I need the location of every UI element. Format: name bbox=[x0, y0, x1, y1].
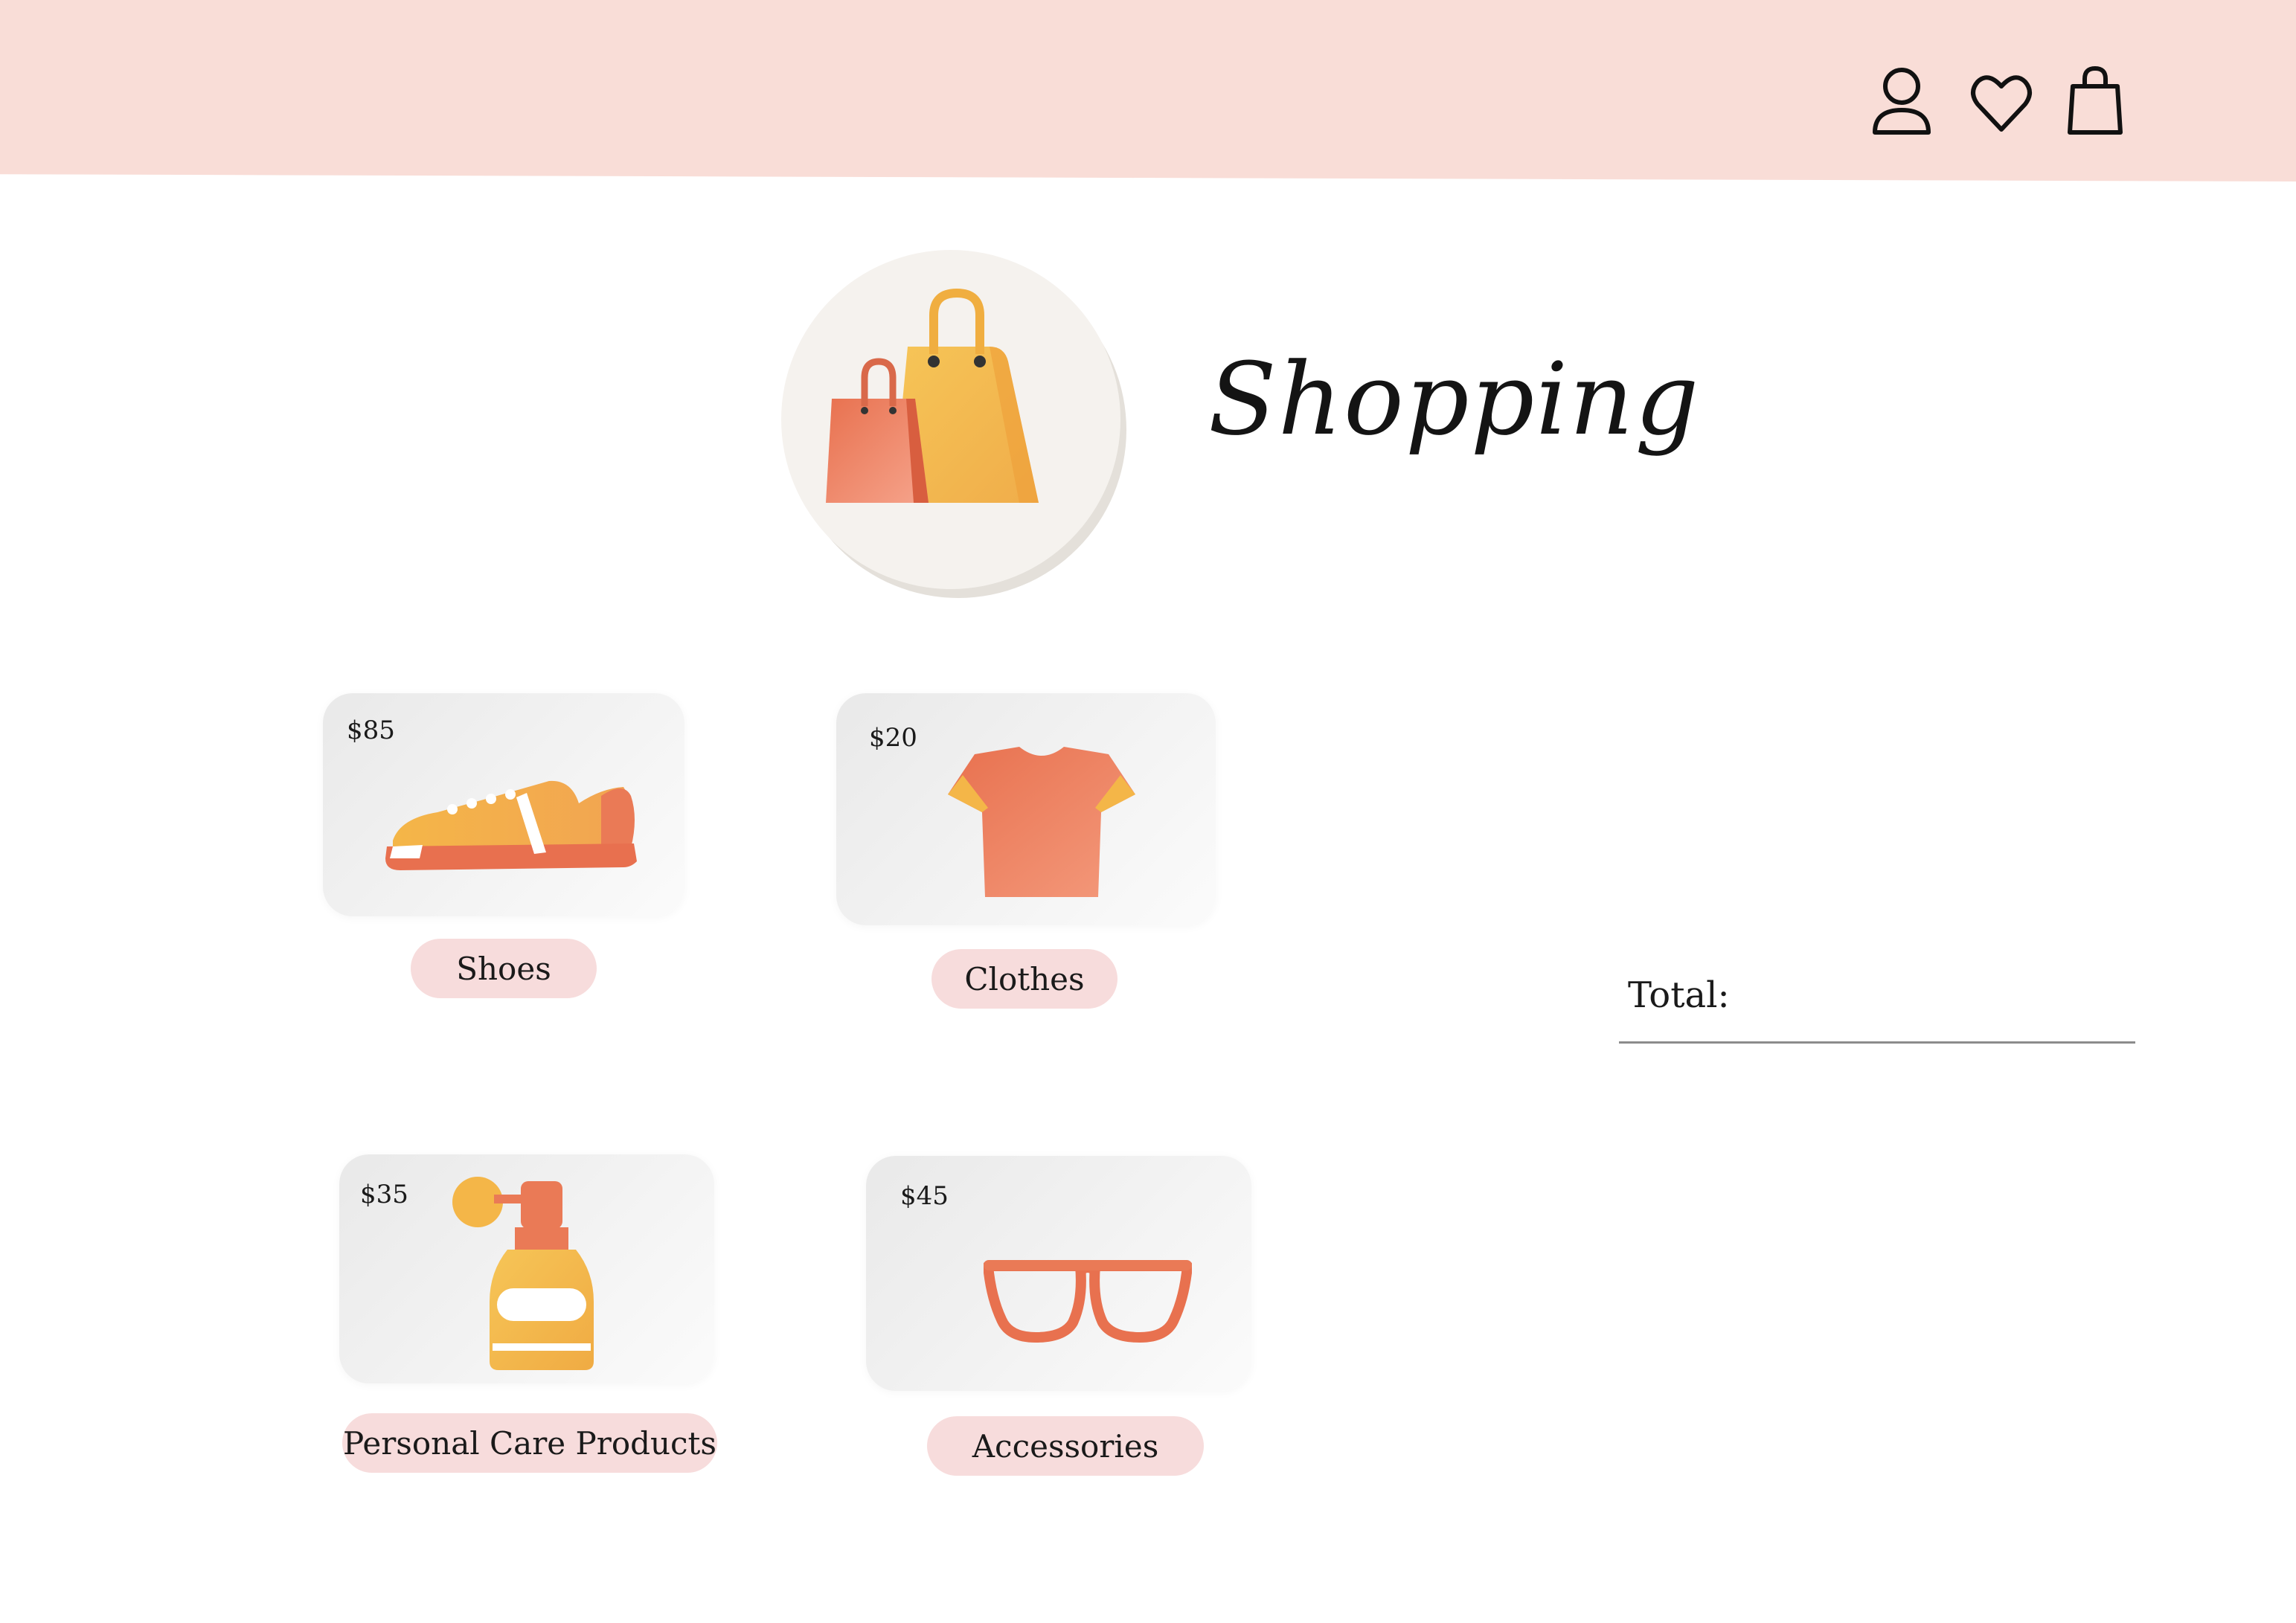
product-card-personal-care[interactable]: $35 bbox=[339, 1154, 714, 1383]
lotion-bottle-icon bbox=[452, 1177, 594, 1370]
product-card-accessories[interactable]: $45 bbox=[866, 1156, 1251, 1391]
product-card-clothes[interactable]: $20 bbox=[836, 693, 1216, 925]
sneaker-icon bbox=[385, 780, 637, 870]
product-price: $35 bbox=[360, 1180, 408, 1209]
shopping-bags-icon bbox=[781, 250, 1120, 589]
total-label: Total: bbox=[1628, 974, 1730, 1016]
product-price: $20 bbox=[869, 723, 917, 753]
category-button-clothes[interactable]: Clothes bbox=[931, 949, 1117, 1009]
total-underline bbox=[1619, 1041, 2135, 1044]
category-button-shoes[interactable]: Shoes bbox=[411, 939, 597, 998]
tshirt-icon bbox=[948, 747, 1135, 897]
glasses-icon bbox=[984, 1260, 1192, 1343]
page-title: Shopping bbox=[1208, 341, 1701, 457]
product-card-shoes[interactable]: $85 bbox=[323, 693, 684, 916]
category-button-accessories[interactable]: Accessories bbox=[927, 1416, 1204, 1476]
heart-icon[interactable] bbox=[1970, 65, 2033, 137]
product-price: $45 bbox=[900, 1181, 949, 1211]
user-icon[interactable] bbox=[1870, 65, 1933, 137]
product-price: $85 bbox=[347, 716, 395, 745]
top-bar bbox=[0, 0, 2296, 181]
shopping-bag-icon[interactable] bbox=[2064, 65, 2126, 137]
category-button-personal-care[interactable]: Personal Care Products bbox=[342, 1413, 717, 1473]
